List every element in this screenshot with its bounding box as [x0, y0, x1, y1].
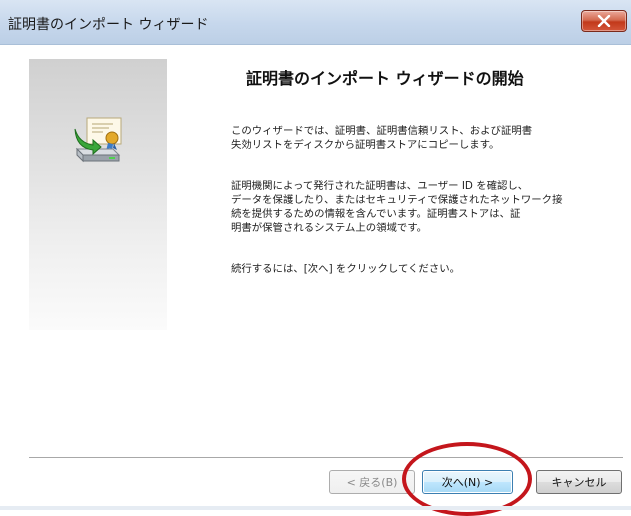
window-title: 証明書のインポート ウィザード: [8, 17, 209, 33]
intro-paragraph: このウィザードでは、証明書、証明書信頼リスト、および証明書 失効リストをディスク…: [231, 124, 532, 152]
wizard-heading: 証明書のインポート ウィザードの開始: [246, 69, 524, 88]
certificate-import-icon: [74, 117, 122, 163]
close-icon: [597, 15, 611, 27]
close-button[interactable]: [581, 10, 627, 32]
intro-line: このウィザードでは、証明書、証明書信頼リスト、および証明書: [231, 125, 533, 137]
description-line: 明書が保管されるシステム上の領域です。: [231, 222, 428, 234]
instruction-text: 続行するには、[次へ] をクリックしてください。: [231, 263, 460, 275]
description-line: 続を提供するための情報を含んでいます。証明書ストアは、証: [231, 208, 521, 220]
description-line: データを保護したり、またはセキュリティで保護されたネットワーク接: [231, 194, 563, 206]
intro-line: 失効リストをディスクから証明書ストアにコピーします。: [231, 139, 500, 151]
back-button[interactable]: < 戻る(B): [329, 470, 415, 494]
window-bottom-edge: [0, 506, 631, 510]
next-button[interactable]: 次へ(N) >: [422, 470, 513, 494]
cancel-button[interactable]: キャンセル: [536, 470, 622, 494]
wizard-side-banner: [29, 59, 167, 330]
footer-separator: [29, 457, 623, 459]
description-line: 証明機関によって発行された証明書は、ユーザー ID を確認し、: [231, 180, 529, 192]
title-bar: 証明書のインポート ウィザード: [0, 0, 631, 45]
description-paragraph: 証明機関によって発行された証明書は、ユーザー ID を確認し、 データを保護した…: [231, 179, 562, 235]
